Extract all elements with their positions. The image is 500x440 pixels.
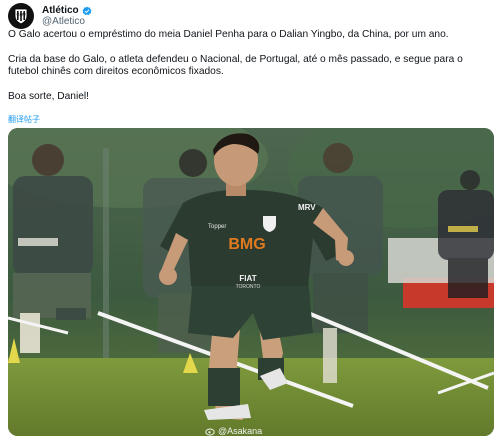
translate-post-link[interactable]: 翻译帖子 (8, 114, 40, 125)
display-name[interactable]: Atlético (42, 5, 79, 16)
tweet-photo[interactable]: BMG Topper MRV FIAT TORONTO (8, 128, 494, 436)
club-crest-icon: CAM (14, 8, 28, 25)
tweet-header: CAM Atlético @Atletico (8, 3, 92, 29)
verified-badge-icon (82, 6, 92, 15)
account-handle[interactable]: @Atletico (42, 16, 92, 27)
jersey-mrv-text: MRV (298, 203, 316, 212)
tweet-paragraph-1: O Galo acertou o empréstimo do meia Dani… (8, 29, 449, 40)
tweet-paragraph-3: Boa sorte, Daniel! (8, 90, 89, 102)
tweet-card: CAM Atlético @Atletico O Galo acertou o … (0, 0, 500, 440)
tweet-paragraph-2: Cria da base do Galo, o atleta defendeu … (8, 53, 463, 78)
account-names: Atlético @Atletico (42, 5, 92, 27)
weibo-icon (205, 428, 215, 436)
watermark-text: @Asakana (218, 426, 263, 436)
avatar[interactable]: CAM (8, 3, 34, 29)
tweet-text: O Galo acertou o empréstimo do meia Dani… (8, 29, 494, 115)
training-photo: BMG Topper MRV FIAT TORONTO (8, 128, 494, 436)
jersey-fiat-text: FIAT (239, 274, 256, 283)
svg-text:CAM: CAM (16, 12, 26, 17)
photo-watermark: @Asakana (205, 426, 262, 436)
jersey-fiat-sub-text: TORONTO (236, 284, 261, 290)
jersey-brand-text: Topper (208, 224, 226, 230)
jersey-sponsor-text: BMG (228, 236, 265, 253)
